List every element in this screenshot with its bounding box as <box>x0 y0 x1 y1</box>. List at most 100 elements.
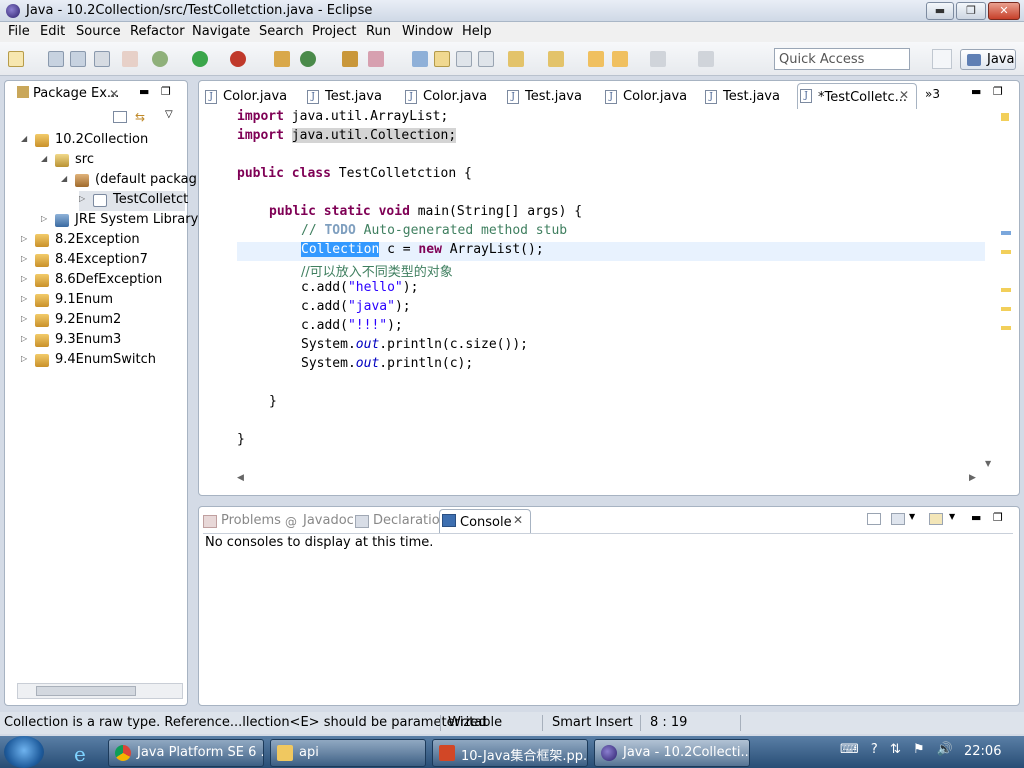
clock[interactable]: 22:06 <box>964 744 1001 759</box>
chevron-down-icon[interactable]: ▼ <box>909 512 915 521</box>
menu-refactor[interactable]: Refactor <box>130 24 185 39</box>
menu-window[interactable]: Window <box>402 24 453 39</box>
network-icon[interactable]: ⇅ <box>890 742 901 757</box>
minimize-view-icon[interactable]: ▬ <box>139 85 149 98</box>
menu-run[interactable]: Run <box>366 24 391 39</box>
keyboard-icon[interactable]: ⌨ <box>840 742 859 757</box>
expand-arrow-icon[interactable]: ▷ <box>21 274 31 283</box>
scroll-left-icon[interactable]: ◀ <box>237 473 244 483</box>
task-powerpoint[interactable]: 10-Java集合框架.pp... <box>432 739 588 767</box>
flag-icon[interactable]: ⚑ <box>913 742 925 757</box>
menu-project[interactable]: Project <box>312 24 356 39</box>
close-icon[interactable]: ✕ <box>513 513 523 527</box>
display-console-icon[interactable] <box>891 513 905 525</box>
maximize-view-icon[interactable]: ❐ <box>161 85 171 98</box>
start-button[interactable] <box>4 736 44 768</box>
task-marker[interactable] <box>1001 231 1011 235</box>
scroll-down-icon[interactable]: ▼ <box>985 459 991 468</box>
expand-arrow-icon[interactable]: ◢ <box>61 174 71 183</box>
expand-arrow-icon[interactable]: ▷ <box>21 314 31 323</box>
scroll-right-icon[interactable]: ▶ <box>969 473 976 483</box>
link-editor-icon[interactable]: ⇆ <box>135 110 145 124</box>
menu-help[interactable]: Help <box>462 24 492 39</box>
menu-file[interactable]: File <box>8 24 30 39</box>
tree-item-selected[interactable]: ▷ TestColletct <box>79 191 188 211</box>
warning-marker[interactable] <box>1001 250 1011 254</box>
editor-tab[interactable]: J Color.java <box>603 85 687 109</box>
editor-tab[interactable]: J Color.java <box>203 85 287 109</box>
quick-access-input[interactable]: Quick Access <box>774 48 910 70</box>
pin-editor-icon[interactable] <box>698 51 714 67</box>
debug-icon[interactable] <box>152 51 168 67</box>
previous-annotation-icon[interactable] <box>548 51 564 67</box>
editor-tab[interactable]: J Test.java <box>505 85 582 109</box>
menu-source[interactable]: Source <box>76 24 121 39</box>
close-button[interactable]: ✕ <box>988 2 1020 20</box>
scrollbar-thumb[interactable] <box>36 686 136 696</box>
menu-navigate[interactable]: Navigate <box>192 24 250 39</box>
editor-tab[interactable]: J Test.java <box>305 85 382 109</box>
help-icon[interactable]: ? <box>871 742 878 757</box>
warning-marker[interactable] <box>1001 307 1011 311</box>
maximize-view-icon[interactable]: ❐ <box>993 85 1003 98</box>
minimize-button[interactable]: ▬ <box>926 2 954 20</box>
editor-tab[interactable]: J Color.java <box>403 85 487 109</box>
tab-javadoc[interactable]: @ Javadoc <box>283 511 354 533</box>
maximize-button[interactable]: ❐ <box>956 2 986 20</box>
warning-marker[interactable] <box>1001 326 1011 330</box>
open-console-icon[interactable] <box>929 513 943 525</box>
maximize-view-icon[interactable]: ❐ <box>993 511 1003 524</box>
view-menu-icon[interactable]: ▽ <box>165 109 173 120</box>
java-perspective-button[interactable]: Java <box>960 49 1016 70</box>
expand-arrow-icon[interactable]: ▷ <box>41 214 51 223</box>
minimize-view-icon[interactable]: ▬ <box>971 511 981 524</box>
volume-icon[interactable]: 🔊 <box>937 742 953 757</box>
task-explorer[interactable]: api <box>270 739 426 767</box>
forward-icon[interactable] <box>650 51 666 67</box>
last-edit-icon[interactable] <box>588 51 604 67</box>
print-icon[interactable] <box>94 51 110 67</box>
warning-summary-icon[interactable] <box>1001 113 1009 121</box>
search-icon[interactable] <box>368 51 384 67</box>
external-tools-icon[interactable] <box>230 51 246 67</box>
chevron-down-icon[interactable]: ▼ <box>949 512 955 521</box>
save-all-icon[interactable] <box>70 51 86 67</box>
close-icon[interactable]: ✕ <box>109 87 119 101</box>
next-annotation-icon[interactable] <box>508 51 524 67</box>
new-class-icon[interactable] <box>300 51 316 67</box>
collapse-all-icon[interactable] <box>113 111 127 123</box>
expand-arrow-icon[interactable]: ▷ <box>21 254 31 263</box>
editor-horizontal-scrollbar[interactable]: ◀ ▶ <box>235 473 979 487</box>
expand-arrow-icon[interactable]: ▷ <box>21 294 31 303</box>
expand-arrow-icon[interactable]: ◢ <box>21 134 31 143</box>
task-eclipse[interactable]: Java - 10.2Collecti... <box>594 739 750 767</box>
tab-overflow-icon[interactable]: »3 <box>925 87 940 101</box>
horizontal-scrollbar[interactable] <box>17 683 183 699</box>
expand-arrow-icon[interactable]: ▷ <box>21 234 31 243</box>
expand-arrow-icon[interactable]: ◢ <box>41 154 51 163</box>
warning-marker[interactable] <box>1001 288 1011 292</box>
menu-edit[interactable]: Edit <box>40 24 65 39</box>
expand-arrow-icon[interactable]: ▷ <box>79 194 89 203</box>
skip-breakpoints-icon[interactable] <box>122 51 138 67</box>
block-selection-icon[interactable] <box>456 51 472 67</box>
tab-declaration[interactable]: Declaration <box>353 511 448 533</box>
back-icon[interactable] <box>612 51 628 67</box>
tab-problems[interactable]: Problems <box>201 511 281 533</box>
expand-arrow-icon[interactable]: ▷ <box>21 334 31 343</box>
open-type-icon[interactable] <box>342 51 358 67</box>
expand-arrow-icon[interactable]: ▷ <box>21 354 31 363</box>
mark-occurrences-icon[interactable] <box>434 51 450 67</box>
show-whitespace-icon[interactable] <box>478 51 494 67</box>
toggle-mark-icon[interactable] <box>412 51 428 67</box>
editor-tab[interactable]: J Test.java <box>703 85 780 109</box>
pin-console-icon[interactable] <box>867 513 881 525</box>
internet-explorer-icon[interactable]: e <box>62 740 102 766</box>
open-perspective-icon[interactable] <box>932 49 952 69</box>
minimize-view-icon[interactable]: ▬ <box>971 85 981 98</box>
close-icon[interactable]: ✕ <box>899 88 909 102</box>
new-icon[interactable] <box>8 51 24 67</box>
code-editor[interactable]: import java.util.ArrayList; import java.… <box>203 109 985 477</box>
run-icon[interactable] <box>192 51 208 67</box>
save-icon[interactable] <box>48 51 64 67</box>
